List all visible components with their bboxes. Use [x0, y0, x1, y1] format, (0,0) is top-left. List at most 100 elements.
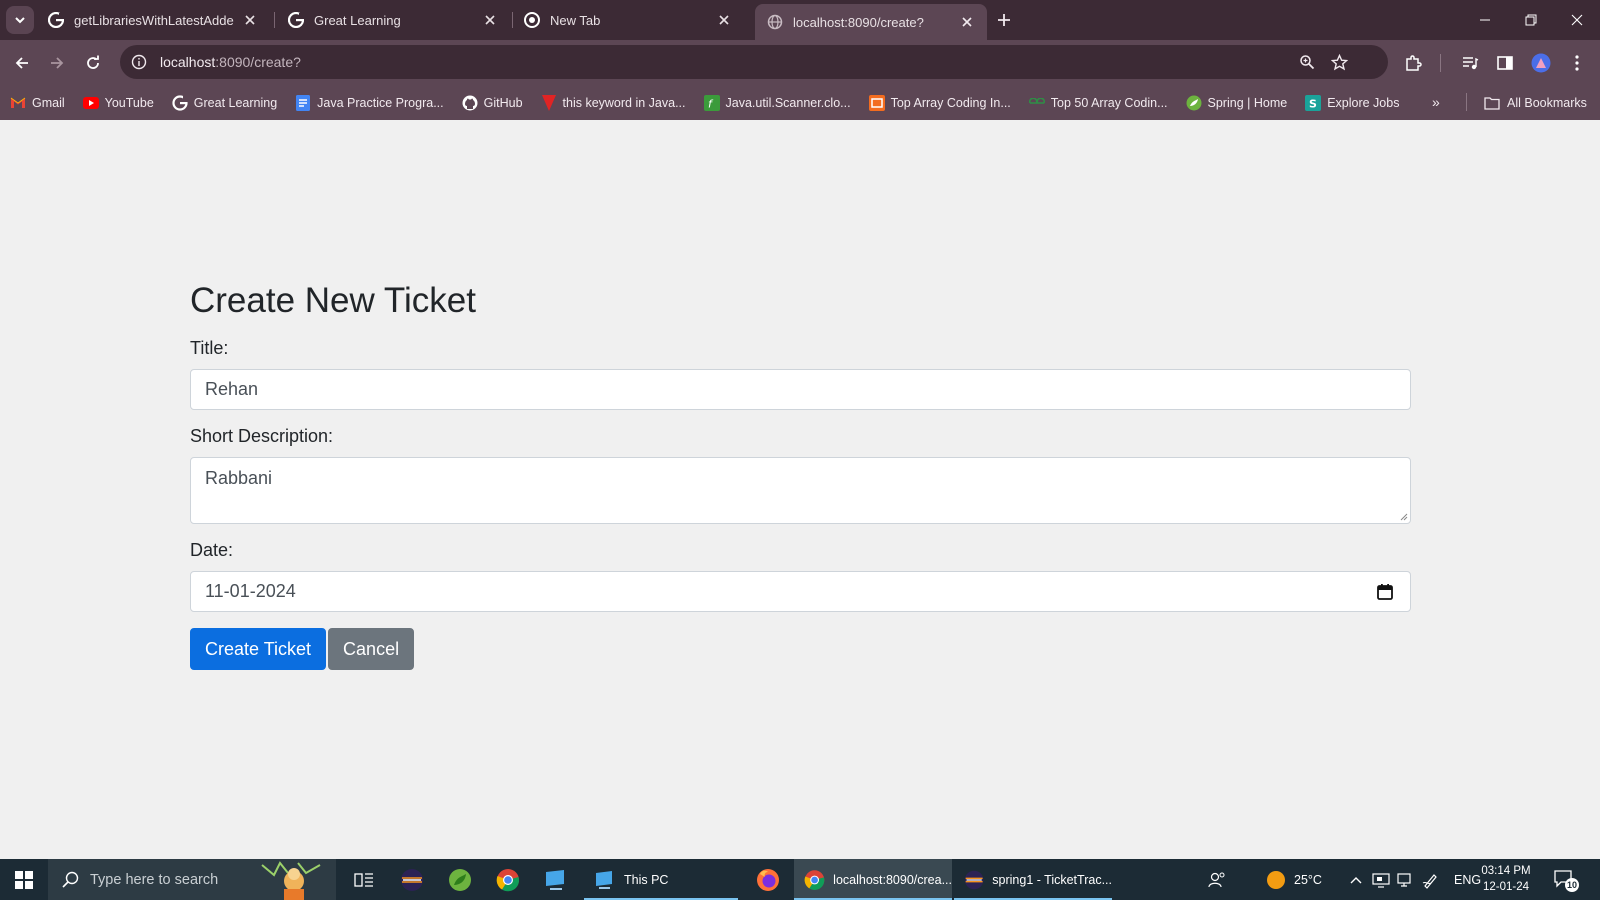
pc-app[interactable] — [532, 859, 580, 900]
bookmark-github[interactable]: GitHub — [462, 95, 523, 111]
task-view-button[interactable] — [340, 859, 388, 900]
eclipse-app[interactable] — [388, 859, 436, 900]
bookmark-label: Top 50 Array Codin... — [1050, 95, 1168, 110]
bookmark-top-50-array[interactable]: Top 50 Array Codin... — [1028, 95, 1168, 111]
url-host: localhost — [160, 54, 216, 70]
close-icon[interactable] — [482, 12, 498, 28]
title-input[interactable]: Rehan — [190, 369, 1411, 410]
close-icon[interactable] — [716, 12, 732, 28]
bookmark-this-keyword[interactable]: this keyword in Java... — [541, 94, 686, 111]
arrow-right-icon — [51, 57, 64, 69]
search-icon — [60, 870, 80, 890]
bookmark-label: Java.util.Scanner.clo... — [725, 95, 851, 110]
bookmark-red-icon — [541, 94, 557, 111]
start-button[interactable] — [0, 859, 48, 900]
reload-button[interactable] — [78, 48, 108, 78]
address-bar[interactable]: localhost:8090/create? — [120, 45, 1388, 79]
bookmark-great-learning[interactable]: Great Learning — [172, 94, 277, 111]
taskbar-clock[interactable]: 03:14 PM 12-01-24 — [1474, 863, 1538, 895]
bookmark-top-array-coding[interactable]: Top Array Coding In... — [868, 94, 1011, 111]
tab-libraries[interactable]: getLibrariesWithLatestAddedOr — [36, 0, 270, 40]
chrome-app[interactable] — [484, 859, 532, 900]
side-panel-icon — [1497, 56, 1513, 70]
close-icon[interactable] — [959, 14, 975, 30]
notification-center-button[interactable]: 10 — [1552, 867, 1580, 893]
chrome-icon — [804, 869, 825, 890]
pen-tray-icon[interactable] — [1422, 859, 1440, 900]
people-button[interactable] — [1208, 859, 1226, 900]
eclipse-spring1-window[interactable]: spring1 - TicketTrac... — [954, 859, 1112, 900]
avatar-icon — [1531, 53, 1551, 73]
windows-taskbar: Type here to search This PC localhost:80… — [0, 859, 1600, 900]
task-view-icon — [354, 872, 373, 887]
bookmark-gmail[interactable]: Gmail — [10, 95, 65, 111]
app-label: spring1 - TicketTrac... — [992, 872, 1112, 887]
forward-button[interactable] — [42, 48, 72, 78]
tab-title: getLibrariesWithLatestAddedOr — [74, 12, 234, 28]
pen-icon — [1422, 873, 1437, 889]
media-controls-button[interactable] — [1455, 48, 1485, 78]
description-textarea[interactable]: Rabbani — [190, 457, 1411, 524]
clock-time: 03:14 PM — [1481, 865, 1531, 877]
back-button[interactable] — [7, 48, 37, 78]
browser-toolbar: localhost:8090/create? — [0, 40, 1600, 85]
title-label: Title: — [190, 338, 229, 358]
bookmark-label: GitHub — [483, 95, 523, 110]
chrome-localhost-window[interactable]: localhost:8090/crea... — [794, 859, 952, 900]
this-pc-window[interactable]: This PC — [584, 859, 738, 900]
security-tray-icon[interactable] — [1372, 859, 1390, 900]
media-queue-icon — [1463, 57, 1479, 70]
create-ticket-button[interactable]: Create Ticket — [190, 628, 327, 670]
tab-title: Great Learning — [314, 12, 401, 28]
calendar-icon[interactable] — [1376, 583, 1394, 601]
bookmark-explore-jobs[interactable]: S Explore Jobs — [1305, 94, 1400, 111]
star-icon[interactable] — [1324, 47, 1354, 77]
date-input[interactable]: 11-01-2024 — [190, 571, 1411, 612]
bookmark-label: Explore Jobs — [1327, 95, 1400, 110]
menu-button[interactable] — [1562, 48, 1592, 78]
plus-icon — [998, 14, 1010, 26]
jobs-site-icon: S — [1305, 94, 1322, 111]
bookmark-java-practice[interactable]: Java Practice Progra... — [295, 94, 444, 111]
weather-widget[interactable]: 25°C — [1266, 859, 1322, 900]
tab-localhost-create[interactable]: localhost:8090/create? — [755, 4, 987, 40]
bookmark-youtube[interactable]: YouTube — [82, 95, 154, 111]
github-icon — [462, 95, 478, 111]
sun-icon — [1267, 870, 1285, 889]
search-highlight-illustration — [261, 861, 321, 900]
spring-tools-app[interactable] — [436, 859, 484, 900]
more-bookmarks-button[interactable]: » — [1432, 94, 1440, 110]
eclipse-icon — [401, 868, 423, 891]
close-icon[interactable] — [242, 12, 258, 28]
tray-overflow-button[interactable] — [1350, 859, 1362, 900]
monitor-shield-icon — [1372, 872, 1390, 888]
bookmark-java-util-scanner[interactable]: f Java.util.Scanner.clo... — [703, 94, 851, 111]
side-panel-button[interactable] — [1490, 48, 1520, 78]
minimize-button[interactable] — [1462, 0, 1508, 40]
zoom-icon[interactable] — [1292, 47, 1322, 77]
all-bookmarks-button[interactable]: All Bookmarks — [1484, 85, 1587, 120]
eclipse-icon — [964, 870, 984, 889]
extensions-button[interactable] — [1398, 48, 1428, 78]
profile-avatar[interactable] — [1526, 48, 1556, 78]
cancel-button[interactable]: Cancel — [328, 628, 415, 670]
bookmark-spring-home[interactable]: Spring | Home — [1186, 95, 1287, 111]
network-tray-icon[interactable] — [1396, 859, 1414, 900]
tab-strip: getLibrariesWithLatestAddedOr Great Lear… — [0, 0, 1600, 40]
taskbar-search[interactable]: Type here to search — [48, 859, 336, 900]
new-tab-button[interactable] — [992, 8, 1016, 32]
tab-search-button[interactable] — [6, 6, 34, 34]
clock-date: 12-01-24 — [1482, 881, 1530, 893]
close-window-button[interactable] — [1554, 0, 1600, 40]
resize-handle-icon[interactable] — [1398, 511, 1408, 521]
tab-great-learning[interactable]: Great Learning — [276, 0, 510, 40]
bookmark-label: Top Array Coding In... — [890, 95, 1011, 110]
site-info-icon[interactable] — [124, 47, 154, 77]
tab-new-tab[interactable]: New Tab — [512, 0, 744, 40]
chevron-up-icon — [1350, 876, 1362, 883]
firefox-app[interactable] — [744, 859, 792, 900]
description-textarea-value: Rabbani — [205, 468, 273, 488]
restore-button[interactable] — [1508, 0, 1554, 40]
google-g-icon — [48, 12, 64, 28]
title-input-value: Rehan — [205, 379, 259, 399]
